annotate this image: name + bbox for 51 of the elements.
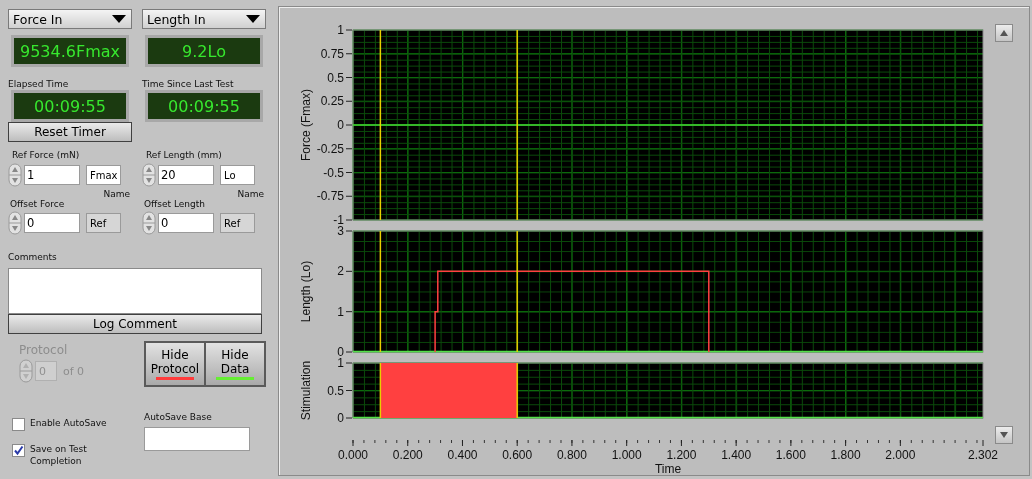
field-label: Comments	[8, 252, 57, 262]
y-tick-label: 0.25	[320, 94, 345, 109]
field-label: Offset Length	[144, 199, 205, 209]
y-tick-label: 0.75	[320, 46, 345, 61]
y-tick-label: 1	[337, 356, 345, 370]
checkbox-label: Enable AutoSave	[30, 417, 108, 429]
field-label: Elapsed Time	[8, 79, 69, 89]
axis-title: Time	[654, 462, 682, 473]
x-tick-label: 1.800	[830, 448, 861, 462]
y-tick-label: 1	[337, 23, 345, 37]
y-tick-label: 2	[337, 264, 345, 279]
field-label: AutoSave Base	[144, 412, 212, 422]
x-tick-label: 0.400	[447, 448, 478, 462]
field-label: Time Since Last Test	[142, 79, 234, 89]
x-tick-label: 1.600	[775, 448, 807, 462]
axis-title: Stimulation	[299, 360, 313, 421]
x-tick-label: 2.000	[885, 448, 916, 462]
x-tick-label: 2.302	[967, 448, 999, 462]
field-label: Ref Force (mN)	[12, 150, 81, 160]
readout-display: 9.2Lo	[145, 35, 263, 67]
x-tick-label: 0.600	[502, 448, 533, 462]
readout-display: 9534.6Fmax	[11, 35, 129, 67]
y-tick-label: 0	[337, 118, 345, 132]
axis-title: Length (Lo)	[299, 260, 313, 323]
column-label: Name	[103, 189, 130, 199]
y-axis: 0 1 2 3	[337, 226, 353, 357]
x-tick-label: 1.400	[721, 448, 752, 462]
axis-title: Force (Fmax)	[299, 89, 313, 161]
y-tick-label: -1	[333, 213, 345, 227]
timer-display: 00:09:55	[145, 90, 263, 122]
x-tick-label: 1.000	[611, 448, 643, 462]
x-tick-label: 0.200	[392, 448, 424, 462]
y-tick-label: -0.75	[316, 189, 345, 204]
column-label: Name	[237, 189, 264, 199]
y-axis: 1 0.75 0.5 0.25 0 -0.25 -0.5 -0.75 -1	[316, 25, 353, 225]
y-tick-label: -0.5	[323, 165, 345, 180]
field-label: Ref Length (mm)	[146, 150, 223, 160]
y-tick-label: 0.5	[327, 383, 345, 398]
timer-display: 00:09:55	[11, 90, 129, 122]
y-tick-label: 0	[337, 345, 345, 359]
y-tick-label: -0.25	[316, 141, 345, 156]
y-tick-label: 3	[337, 224, 345, 238]
y-tick-label: 0	[337, 411, 345, 425]
y-axis: 0 0.5 1	[327, 358, 353, 425]
field-label: Offset Force	[10, 199, 65, 209]
x-tick-label: 0.800	[556, 448, 588, 462]
y-tick-label: 1	[337, 304, 345, 319]
x-tick-label: 0.000	[337, 448, 369, 462]
y-tick-label: 0.5	[327, 70, 345, 85]
checkbox-label: Save on Test Completion	[30, 443, 88, 467]
x-tick-label: 1.200	[666, 448, 697, 462]
